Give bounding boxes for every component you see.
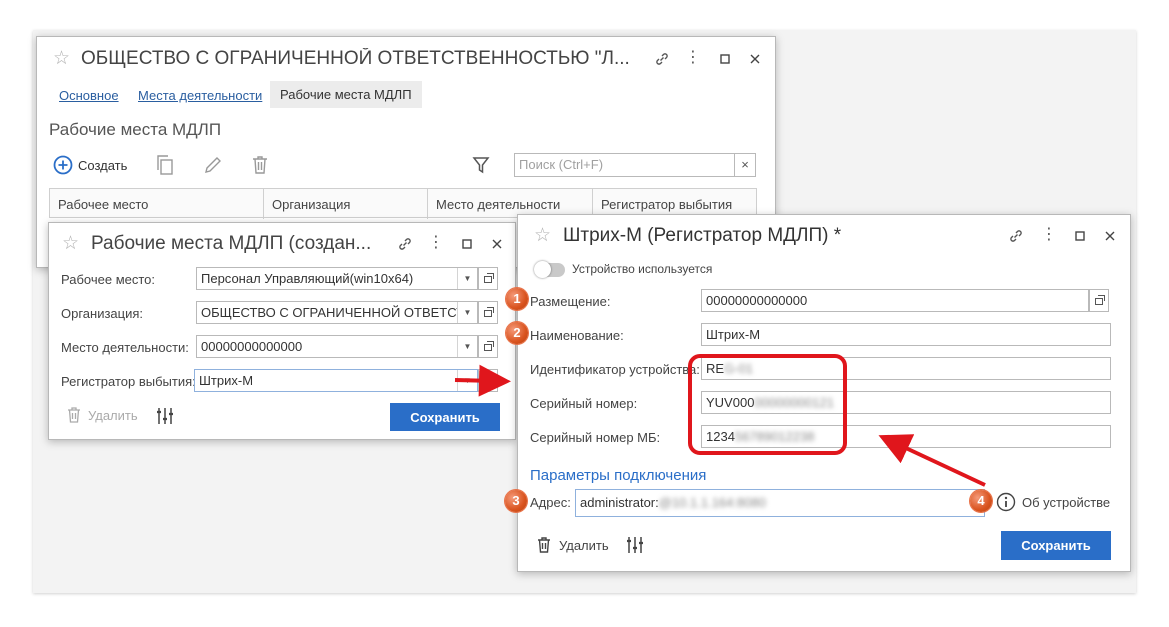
delete-button-label: Удалить (559, 537, 609, 553)
create-button[interactable]: Создать (53, 155, 127, 175)
more-menu-icon[interactable]: ⋮ (685, 50, 701, 66)
favorite-star-icon[interactable]: ☆ (62, 234, 79, 253)
serial-number-field[interactable]: YUV00000000000121 (701, 391, 1111, 414)
create-button-label: Создать (78, 157, 128, 173)
close-icon[interactable] (747, 51, 763, 67)
registrar-dialog-title: Штрих-М (Регистратор МДЛП) * (563, 225, 842, 246)
device-id-field[interactable]: REG-01 (701, 357, 1111, 380)
place-of-activity-label: Место деятельности: (61, 340, 189, 355)
maximize-icon[interactable] (717, 51, 733, 67)
favorite-star-icon[interactable]: ☆ (53, 49, 70, 68)
search-placeholder: Поиск (Ctrl+F) (519, 157, 604, 172)
annotation-badge-1: 1 (506, 288, 528, 310)
open-icon[interactable] (478, 267, 498, 290)
maximize-icon[interactable] (459, 236, 475, 252)
registrar-dialog: ☆ Штрих-М (Регистратор МДЛП) * ⋮ Устройс… (517, 214, 1131, 572)
delete-button-label: Удалить (88, 407, 138, 423)
disposal-registrar-label: Регистратор выбытия: (61, 374, 196, 389)
more-menu-icon[interactable]: ⋮ (428, 235, 444, 251)
settings-sliders-icon[interactable] (625, 535, 645, 558)
search-clear-button[interactable]: × (734, 153, 756, 177)
save-button[interactable]: Сохранить (390, 403, 500, 431)
delete-button[interactable]: Удалить (536, 536, 609, 554)
open-icon[interactable] (1089, 289, 1109, 312)
about-device-button[interactable]: Об устройстве (996, 492, 1110, 512)
name-label: Наименование: (530, 328, 624, 343)
trash-icon (68, 407, 80, 423)
name-field[interactable]: Штрих-М (701, 323, 1111, 346)
device-id-label: Идентификатор устройства: (530, 362, 700, 377)
device-used-toggle[interactable] (534, 261, 565, 278)
section-title: Рабочие места МДЛП (49, 120, 222, 139)
delete-trash-icon[interactable] (250, 154, 270, 179)
link-icon[interactable] (654, 51, 670, 67)
link-icon[interactable] (1008, 228, 1024, 244)
annotation-badge-3: 3 (505, 490, 527, 512)
placement-field[interactable]: 00000000000000 (701, 289, 1089, 312)
workplace-dialog-title: Рабочие места МДЛП (создан... (91, 233, 372, 254)
address-label: Адрес: (530, 495, 571, 510)
favorite-star-icon[interactable]: ☆ (534, 226, 551, 245)
delete-button[interactable]: Удалить (66, 406, 138, 424)
serial-number-mb-label: Серийный номер МБ: (530, 430, 661, 445)
workplace-label: Рабочее место: (61, 272, 156, 287)
organization-field[interactable]: ОБЩЕСТВО С ОГРАНИЧЕННОЙ ОТВЕТСТВЕННОСТЬЮ… (196, 301, 478, 324)
address-field[interactable]: administrator:@10.1.1.164:8080 (575, 489, 985, 517)
place-of-activity-field[interactable]: 00000000000000 ▼ (196, 335, 478, 358)
info-icon (996, 492, 1016, 512)
column-header-organization[interactable]: Организация (264, 189, 428, 219)
placement-label: Размещение: (530, 294, 611, 309)
column-header-workplace[interactable]: Рабочее место (50, 189, 264, 219)
maximize-icon[interactable] (1072, 228, 1088, 244)
connection-parameters-heading[interactable]: Параметры подключения (530, 467, 706, 484)
tab-places-of-activity[interactable]: Места деятельности (138, 88, 262, 103)
organization-label: Организация: (61, 306, 144, 321)
device-used-label: Устройство используется (572, 262, 713, 276)
link-icon[interactable] (397, 236, 413, 252)
settings-sliders-icon[interactable] (155, 406, 175, 429)
open-icon[interactable] (478, 335, 498, 358)
annotation-badge-4: 4 (970, 490, 992, 512)
dropdown-arrow-icon[interactable]: ▼ (457, 370, 477, 391)
tab-mdlp-workplaces[interactable]: Рабочие места МДЛП (270, 81, 422, 108)
main-window-title: ОБЩЕСТВО С ОГРАНИЧЕННОЙ ОТВЕТСТВЕННОСТЬЮ… (81, 48, 630, 69)
open-icon[interactable] (478, 301, 498, 324)
annotation-badge-2: 2 (506, 322, 528, 344)
disposal-registrar-field[interactable]: Штрих-М ▼ (194, 369, 478, 392)
close-icon[interactable] (489, 236, 505, 252)
dropdown-arrow-icon[interactable]: ▼ (457, 336, 477, 357)
edit-pencil-icon[interactable] (203, 155, 223, 178)
filter-icon[interactable] (471, 155, 491, 178)
more-menu-icon[interactable]: ⋮ (1041, 227, 1057, 243)
search-input[interactable]: Поиск (Ctrl+F) (514, 153, 734, 177)
workplace-field[interactable]: Персонал Управляющий(win10x64) ▼ (196, 267, 478, 290)
plus-circle-icon (53, 155, 73, 175)
dropdown-arrow-icon[interactable]: ▼ (457, 302, 477, 323)
tab-basic[interactable]: Основное (59, 88, 119, 103)
open-icon[interactable] (478, 369, 498, 392)
copy-icon[interactable] (155, 154, 175, 179)
serial-number-label: Серийный номер: (530, 396, 638, 411)
dropdown-arrow-icon[interactable]: ▼ (457, 268, 477, 289)
trash-icon (538, 537, 550, 553)
close-icon[interactable] (1102, 228, 1118, 244)
save-button[interactable]: Сохранить (1001, 531, 1111, 560)
serial-number-mb-field[interactable]: 123456789012238 (701, 425, 1111, 448)
about-device-label: Об устройстве (1022, 494, 1111, 510)
workplace-dialog: ☆ Рабочие места МДЛП (создан... ⋮ Рабоче… (48, 222, 516, 440)
